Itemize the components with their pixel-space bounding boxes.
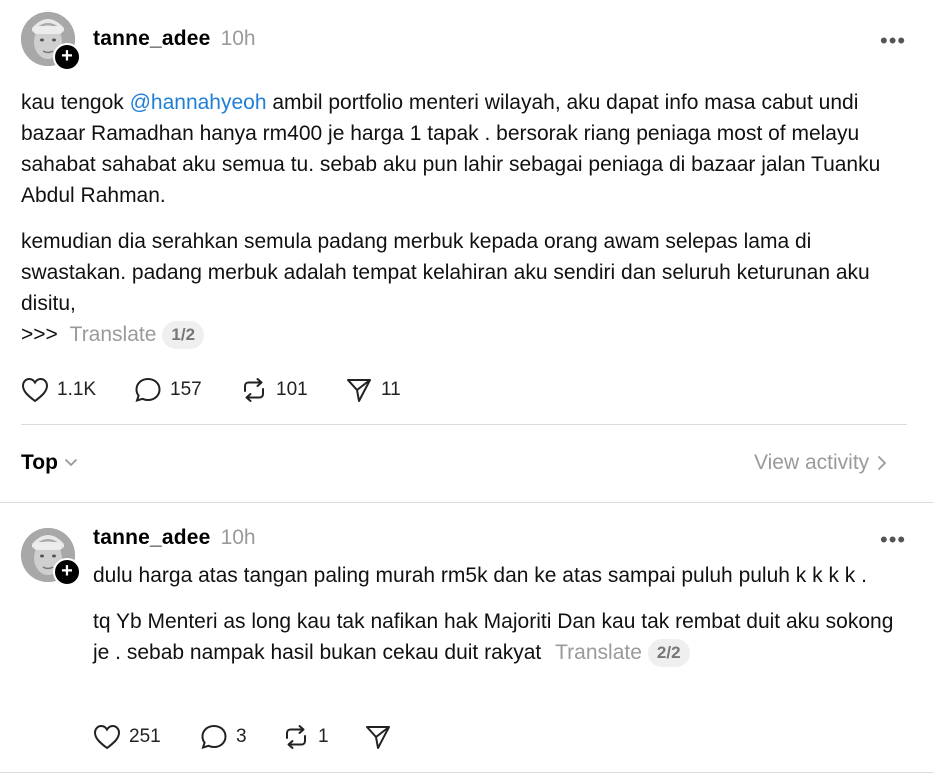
share-button[interactable] [364,724,392,750]
mention-link[interactable]: @hannahyeoh [130,91,267,114]
post-paragraph-2: kemudian dia serahkan semula padang merb… [21,230,870,315]
translate-link[interactable]: Translate [70,323,157,346]
repost-icon [286,725,306,749]
repost-button[interactable]: 101 [240,377,308,403]
view-activity-label: View activity [754,451,870,474]
reply-body: dulu harga atas tangan paling murah rm5k… [93,560,898,668]
timestamp: 10h [220,27,256,50]
post-body: kau tengok @hannahyeoh ambil portfolio m… [21,87,911,350]
reply-button[interactable]: 157 [134,377,202,403]
reply-timestamp: 10h [220,526,256,549]
like-button[interactable]: 1.1K [21,377,96,403]
divider [0,772,934,773]
follow-plus-icon[interactable]: + [53,43,81,71]
heart-icon [93,724,121,750]
repost-button[interactable]: 1 [282,724,329,750]
follow-plus-icon[interactable]: + [53,558,81,586]
reply-button[interactable]: 3 [200,724,247,750]
chevron-down-icon [65,459,77,466]
heart-icon [21,377,49,403]
post-header: tanne_adee 10h [93,27,256,51]
like-count: 251 [129,726,161,747]
comment-icon [201,724,227,750]
reply-paragraph-1: dulu harga atas tangan paling murah rm5k… [93,564,867,587]
reply-username[interactable]: tanne_adee [93,526,211,550]
comment-icon [135,377,161,403]
more-options-icon[interactable]: ••• [880,527,906,553]
share-button[interactable]: 11 [345,377,401,403]
translate-link[interactable]: Translate [555,641,642,664]
share-count: 11 [381,379,401,400]
divider [0,502,934,503]
page-indicator-badge: 2/2 [647,639,690,667]
like-count: 1.1K [57,379,97,400]
like-button[interactable]: 251 [93,724,161,750]
post-paragraph-1: kau tengok @hannahyeoh ambil portfolio m… [21,91,881,207]
chevron-right-icon [878,456,887,470]
send-icon [366,726,390,749]
view-activity-link[interactable]: View activity [754,451,887,475]
page-indicator-badge: 1/2 [162,321,205,349]
username[interactable]: tanne_adee [93,27,211,51]
sort-dropdown[interactable]: Top [21,451,78,475]
repost-count: 101 [276,379,308,400]
reply-count: 157 [170,379,202,400]
divider [21,424,907,425]
sort-label: Top [21,451,58,474]
reply-count: 3 [236,726,247,747]
repost-count: 1 [318,726,329,747]
reply-paragraph-2: tq Yb Menteri as long kau tak nafikan ha… [93,606,898,668]
post-paragraph-3: >>> Translate 1/2 [21,319,911,350]
send-icon [347,379,371,402]
reply-header: tanne_adee 10h [93,526,256,550]
more-options-icon[interactable]: ••• [880,28,906,54]
repost-icon [244,378,264,402]
